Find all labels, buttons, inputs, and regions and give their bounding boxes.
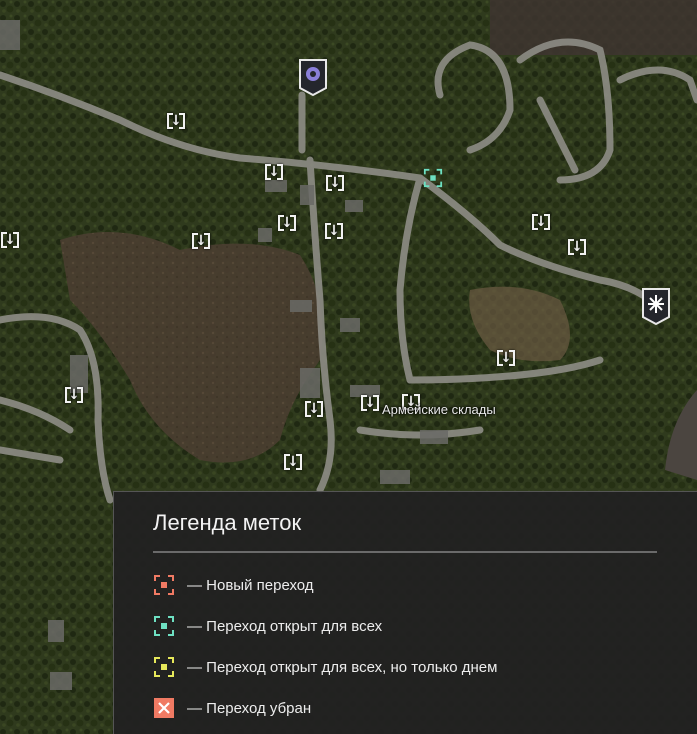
location-label[interactable]: Армейские склады — [382, 402, 496, 417]
day-only-transition-icon — [154, 657, 174, 677]
legend-title: Легенда меток — [153, 510, 302, 535]
shelter-marker[interactable]: ↓ — [0, 230, 20, 250]
shelter-marker[interactable]: ↓ — [567, 237, 587, 257]
faction-badge-icon[interactable] — [298, 58, 328, 96]
legend-item-label: — Переход открыт для всех — [187, 617, 383, 635]
legend-item-label: — Новый переход — [187, 576, 314, 594]
new-transition-icon — [154, 575, 174, 595]
shelter-marker[interactable]: ↓ — [283, 452, 303, 472]
legend-panel: Легенда меток — Новый переход — Переход … — [113, 491, 697, 734]
shelter-marker[interactable]: ↓ — [360, 393, 380, 413]
shelter-marker[interactable]: ↓ — [324, 221, 344, 241]
faction-badge-icon[interactable] — [641, 287, 671, 325]
open-transition-icon[interactable] — [423, 168, 443, 188]
legend-item-label: — Переход открыт для всех, но только дне… — [187, 658, 498, 676]
shelter-marker[interactable]: ↓ — [191, 231, 211, 251]
shelter-marker[interactable]: ↓ — [64, 385, 84, 405]
shelter-marker[interactable]: ↓ — [166, 111, 186, 131]
legend-item-day-only: — Переход открыт для всех, но только дне… — [153, 655, 497, 679]
legend-item-open: — Переход открыт для всех — [153, 614, 382, 638]
shelter-marker[interactable]: ↓ — [264, 162, 284, 182]
shelter-marker[interactable]: ↓ — [304, 399, 324, 419]
legend-divider — [153, 551, 657, 553]
shelter-marker[interactable]: ↓ — [496, 348, 516, 368]
removed-transition-icon — [154, 698, 174, 718]
legend-item-label: — Переход убран — [187, 699, 312, 717]
legend-item-new: — Новый переход — [153, 573, 314, 597]
shelter-marker[interactable]: ↓ — [531, 212, 551, 232]
shelter-marker[interactable]: ↓ — [325, 173, 345, 193]
legend-item-removed: — Переход убран — [153, 696, 311, 720]
open-transition-icon — [154, 616, 174, 636]
shelter-marker[interactable]: ↓ — [277, 213, 297, 233]
